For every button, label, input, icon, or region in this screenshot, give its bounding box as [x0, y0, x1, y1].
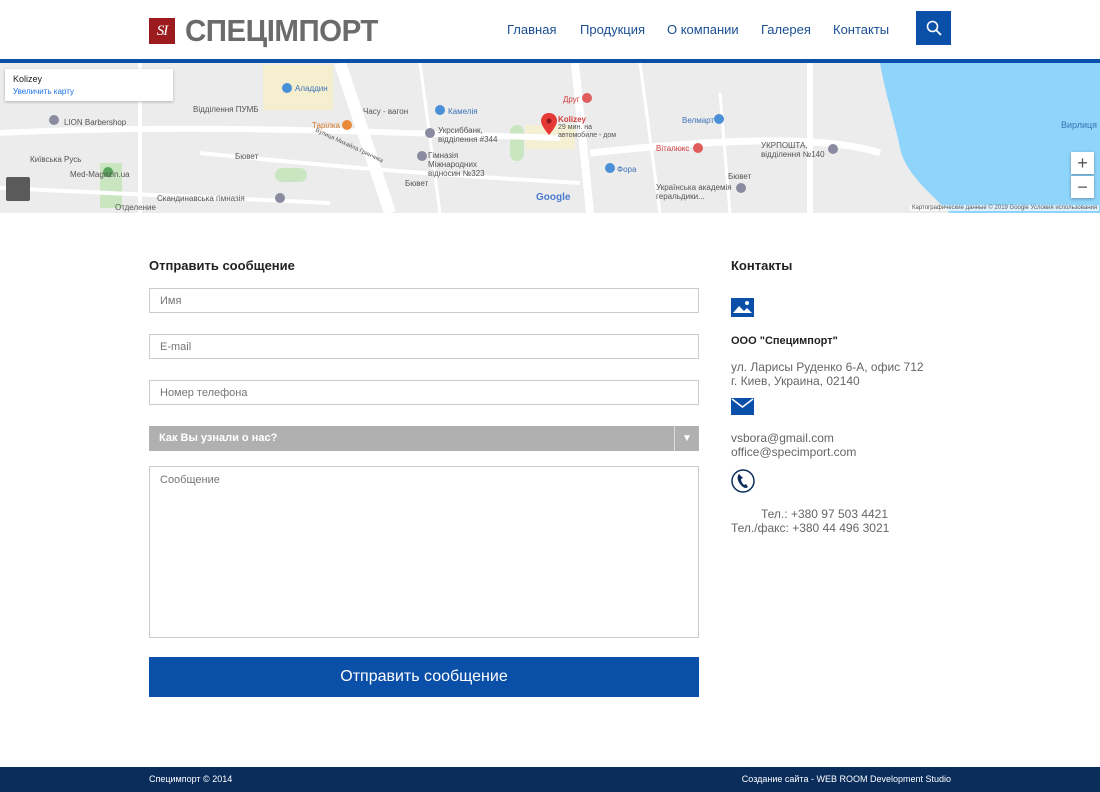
map-label: Med-Magazin.ua [70, 170, 130, 179]
envelope-icon [731, 398, 754, 415]
map-label: Бювет [235, 152, 259, 161]
map-label: Друг [563, 95, 580, 104]
form-title: Отправить сообщение [149, 258, 295, 273]
message-field[interactable] [149, 466, 699, 638]
map-label: Фора [617, 165, 637, 174]
submit-button[interactable]: Отправить сообщение [149, 657, 699, 697]
nav-about[interactable]: О компании [667, 22, 739, 37]
phone-field[interactable] [149, 380, 699, 405]
phone-icon [731, 469, 755, 493]
nav-gallery[interactable]: Галерея [761, 22, 811, 37]
map-label: Гімназія Міжнародних відносин №323 [428, 151, 485, 178]
search-icon [926, 20, 941, 36]
logo-text: СПЕЦІМПОРТ [185, 13, 378, 48]
map-label: Укрсиббанк, відділення #344 [438, 126, 498, 144]
map-label: 29 мин. на автомобиле - дом [558, 124, 617, 139]
google-logo: Google [536, 192, 571, 203]
map-label-kolizey: Kolizey [558, 115, 587, 124]
map-label: УКРПОШТА, відділення №140 [761, 141, 825, 159]
map-zoom-in-button[interactable]: + [1071, 152, 1094, 174]
google-map[interactable]: Kolizey Увеличить карту LION Barbershop … [0, 63, 1100, 213]
phone-primary[interactable]: Тел.: +380 97 503 4421 [761, 507, 888, 521]
source-select[interactable]: Как Вы узнали о нас? ▼ [149, 426, 699, 451]
nav-products[interactable]: Продукция [580, 22, 645, 37]
map-label: Вирлиця [1061, 120, 1098, 130]
map-label: Віталюкс [656, 144, 690, 153]
name-field[interactable] [149, 288, 699, 313]
footer-copyright: Специмпорт © 2014 [149, 774, 233, 784]
map-label: Камелія [448, 107, 478, 116]
map-place-card: Kolizey Увеличить карту [5, 69, 173, 101]
map-label: Відділення ПУМБ [193, 105, 259, 114]
map-label: Бювет [728, 172, 752, 181]
logo-mark: SI [149, 18, 175, 44]
site-logo[interactable]: SI СПЕЦІМПОРТ [149, 13, 388, 48]
map-label: Аладдин [295, 84, 328, 93]
source-select-label: Как Вы узнали о нас? [159, 432, 278, 444]
search-button[interactable] [916, 11, 951, 45]
map-label: LION Barbershop [64, 118, 127, 127]
map-enlarge-link[interactable]: Увеличить карту [13, 87, 165, 96]
email-primary[interactable]: vsbora@gmail.com [731, 431, 834, 445]
phone-fax[interactable]: Тел./факс: +380 44 496 3021 [731, 521, 889, 535]
map-zoom-out-button[interactable]: − [1071, 176, 1094, 198]
footer-credits-link[interactable]: Создание сайта - WEB ROOM Development St… [742, 774, 951, 784]
map-label: Бювет [405, 179, 429, 188]
contacts-title: Контакты [731, 258, 793, 273]
company-name: ООО "Специмпорт" [731, 335, 838, 347]
nav-home[interactable]: Главная [507, 22, 556, 37]
chevron-down-icon: ▼ [674, 426, 699, 451]
map-label: Українська академія геральдики... [656, 183, 732, 201]
address-line-1: ул. Ларисы Руденко 6-А, офис 712 [731, 360, 924, 374]
map-label: Велмарт [682, 116, 715, 125]
site-footer: Специмпорт © 2014 Создание сайта - WEB R… [0, 767, 1100, 792]
map-label: Отделение [115, 203, 156, 212]
map-label: Часу - вагон [363, 107, 409, 116]
streetview-pegman-icon[interactable] [6, 177, 30, 201]
email-field[interactable] [149, 334, 699, 359]
nav-contacts[interactable]: Контакты [833, 22, 889, 37]
map-place-title: Kolizey [13, 74, 43, 84]
map-label: Скандинавська гімназія [157, 194, 245, 203]
map-icon [731, 298, 754, 317]
map-label: Київська Русь [30, 155, 82, 164]
site-header: SI СПЕЦІМПОРТ Главная Продукция О компан… [0, 0, 1100, 60]
address-line-2: г. Киев, Украина, 02140 [731, 374, 860, 388]
email-office[interactable]: office@specimport.com [731, 445, 856, 459]
map-attribution[interactable]: Картографические данные © 2019 Google Ус… [910, 205, 1100, 211]
